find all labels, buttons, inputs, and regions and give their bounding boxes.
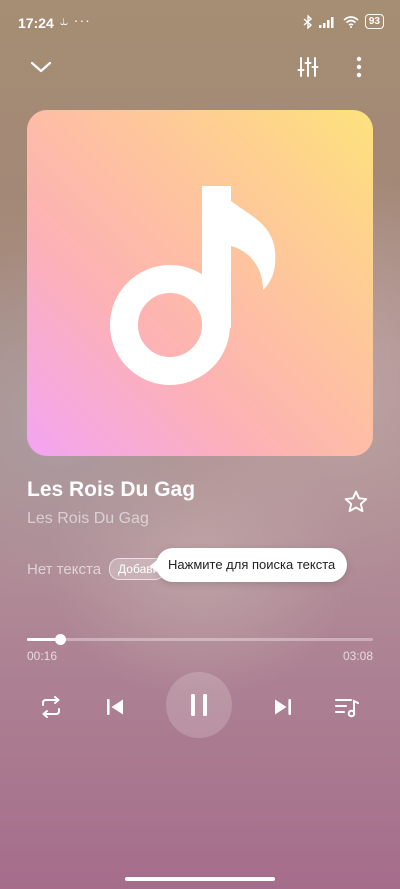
chevron-down-icon xyxy=(30,61,52,73)
skip-next-icon xyxy=(275,699,291,715)
equalizer-icon xyxy=(297,57,319,77)
status-right-icons: 93 xyxy=(303,14,384,29)
progress-bar[interactable] xyxy=(27,634,373,645)
progress-thumb[interactable] xyxy=(55,634,67,645)
bluetooth-icon xyxy=(303,14,312,29)
playlist-icon xyxy=(335,699,359,718)
tooltip-arrow xyxy=(150,560,157,572)
track-artist[interactable]: Les Rois Du Gag xyxy=(27,510,149,528)
collapse-button[interactable] xyxy=(26,52,56,82)
playback-controls xyxy=(0,670,400,740)
star-outline-icon xyxy=(344,490,368,513)
status-bar: 17:24 ⥿ ··· 93 xyxy=(0,0,400,44)
time-total: 03:08 xyxy=(342,649,373,663)
music-note-icon xyxy=(110,186,276,385)
signal-icon xyxy=(318,16,334,28)
lyrics-row: Нет текста Добавить xyxy=(27,557,166,581)
album-art xyxy=(27,110,373,456)
favorite-button[interactable] xyxy=(340,486,372,518)
tooltip-text: Нажмите для поиска текста xyxy=(168,557,336,572)
pause-icon xyxy=(191,694,207,716)
status-time: 17:24 xyxy=(18,15,54,31)
previous-button[interactable] xyxy=(100,692,130,722)
next-button[interactable] xyxy=(268,692,298,722)
time-elapsed: 00:16 xyxy=(27,649,58,663)
battery-indicator: 93 xyxy=(364,14,384,29)
skip-previous-icon xyxy=(107,699,123,715)
wifi-icon xyxy=(343,15,359,28)
more-vertical-icon xyxy=(356,56,362,78)
status-notification-icons: ⥿ ··· xyxy=(60,12,91,28)
play-pause-button[interactable] xyxy=(166,672,232,738)
repeat-icon xyxy=(42,696,60,718)
lyrics-search-tooltip[interactable]: Нажмите для поиска текста xyxy=(150,548,348,582)
more-options-button[interactable] xyxy=(344,52,374,82)
equalizer-button[interactable] xyxy=(293,52,323,82)
repeat-button[interactable] xyxy=(36,692,66,722)
home-indicator[interactable] xyxy=(125,877,275,881)
no-lyrics-label: Нет текста xyxy=(27,560,102,578)
track-title: Les Rois Du Gag xyxy=(27,478,196,501)
player-top-bar xyxy=(0,50,400,86)
queue-button[interactable] xyxy=(331,692,363,722)
